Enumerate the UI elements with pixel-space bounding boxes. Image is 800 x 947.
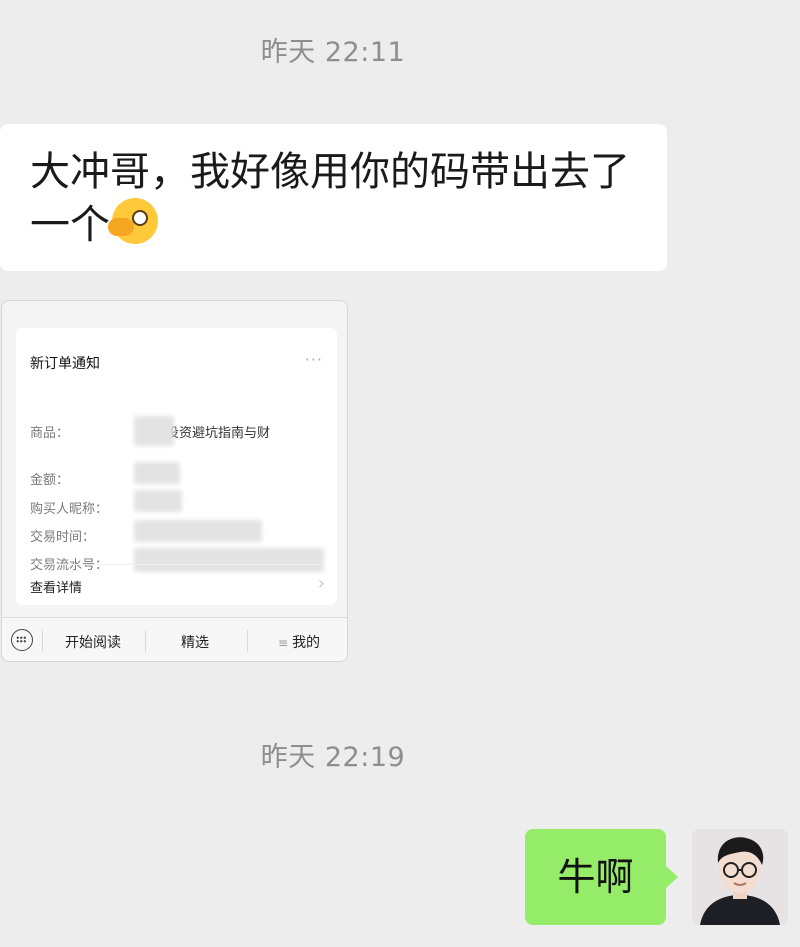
divider — [30, 564, 323, 565]
field-label-transaction-time: 交易时间： — [30, 530, 96, 545]
account-menu-bar: 开始阅读 精选 ≡ 我的 — [2, 617, 347, 661]
avatar[interactable] — [692, 829, 788, 925]
view-details-link[interactable]: 查看详情 — [30, 577, 82, 596]
list-icon: ≡ — [278, 636, 289, 650]
incoming-message-bubble[interactable]: 大冲哥，我好像用你的码带出去了一个 — [0, 124, 667, 271]
chevron-right-icon: › — [317, 573, 325, 594]
keyboard-icon[interactable] — [11, 629, 33, 651]
avatar-illustration — [692, 829, 788, 925]
message-timestamp: 昨天 22:11 — [260, 37, 406, 68]
field-value-product: 投资避坑指南与财 — [166, 426, 271, 441]
message-text: 牛啊 — [557, 855, 634, 899]
menu-mine-label: 我的 — [292, 635, 321, 651]
divider — [145, 630, 146, 652]
face-with-peeking-eye-icon — [108, 198, 158, 244]
order-notice-panel: 新订单通知 ··· 商品： 投资避坑指南与财 金额： 购买人昵称： 交易时间： … — [16, 328, 337, 605]
menu-start-reading[interactable]: 开始阅读 — [65, 632, 121, 652]
divider — [42, 630, 43, 652]
redacted-buyer-nickname — [134, 490, 182, 512]
order-notification-card[interactable]: 新订单通知 ··· 商品： 投资避坑指南与财 金额： 购买人昵称： 交易时间： … — [1, 300, 348, 662]
bubble-tail — [666, 866, 678, 888]
field-label-amount: 金额： — [30, 473, 70, 488]
menu-mine[interactable]: ≡ 我的 — [278, 632, 320, 652]
redacted-product-prefix — [134, 416, 174, 446]
redacted-amount — [134, 462, 180, 484]
menu-featured[interactable]: 精选 — [181, 632, 209, 652]
redacted-transaction-number — [134, 548, 324, 572]
field-label-product: 商品： — [30, 426, 70, 441]
more-options-icon[interactable]: ··· — [305, 350, 323, 369]
outgoing-message-bubble[interactable]: 牛啊 — [525, 829, 666, 925]
notice-title: 新订单通知 — [30, 356, 100, 372]
field-label-buyer-nickname: 购买人昵称： — [30, 502, 109, 517]
message-timestamp: 昨天 22:19 — [260, 742, 406, 773]
divider — [247, 630, 248, 652]
redacted-transaction-time — [134, 520, 262, 542]
